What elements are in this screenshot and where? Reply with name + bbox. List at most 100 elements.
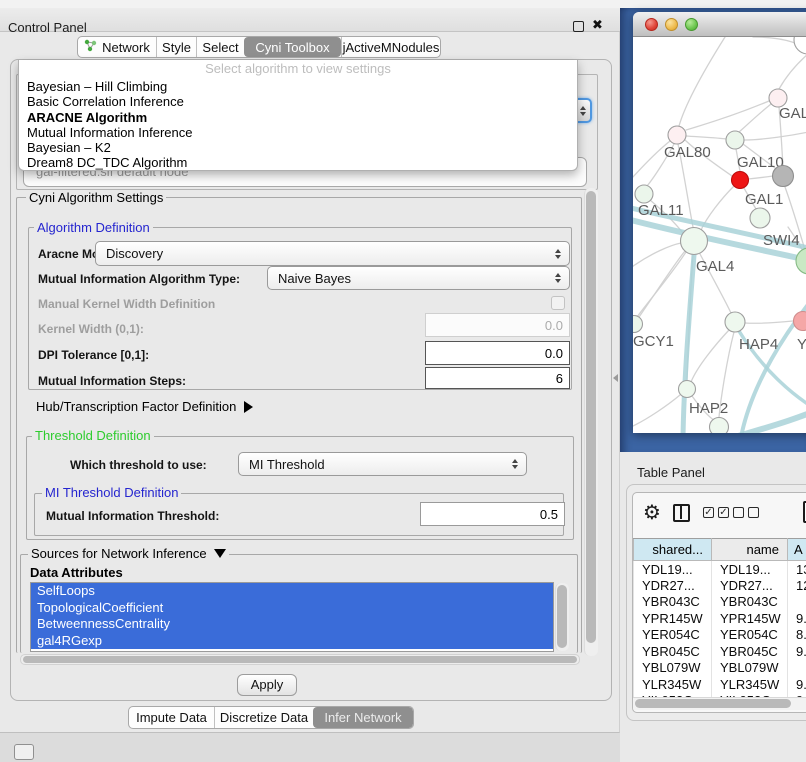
column-header-shared...[interactable]: shared... [634,539,712,561]
table-row[interactable]: YLR345WYLR345W9. [634,676,806,693]
node-gal80[interactable] [668,126,686,144]
node-y-partial[interactable] [794,312,806,331]
hub-tf-section[interactable]: Hub/Transcription Factor Definition [36,399,253,414]
network-edge[interactable] [745,321,793,323]
network-edge[interactable] [745,127,806,140]
network-window-titlebar[interactable] [633,12,806,37]
algorithm-dropdown-list: Select algorithm to view settings Bayesi… [18,60,578,171]
kernel-width-field[interactable] [425,313,570,337]
table-row[interactable]: YBR045CYBR045C9. [634,643,806,660]
mi-type-combo[interactable]: Naive Bayes [267,266,570,290]
settings-horizontal-scrollbar-thumb[interactable] [23,656,577,663]
which-threshold-combo[interactable]: MI Threshold [238,452,527,476]
node-partial-top[interactable] [794,37,806,54]
table-horizontal-scrollbar-thumb[interactable] [635,699,791,708]
attribute-item[interactable]: BetweennessCentrality [31,616,553,633]
attribute-item[interactable]: gal4RGexp [31,633,553,650]
collapse-arrow-icon [214,549,226,558]
table-row[interactable]: YDL19...YDL19...13. [634,561,806,578]
network-icon [84,39,97,55]
table-cell: 9. [788,676,806,693]
close-icon[interactable]: ✖ [592,17,603,33]
node-attribute-table[interactable]: shared...nameA YDL19...YDL19...13.YDR27.… [633,538,806,698]
node-gal11[interactable] [635,185,653,203]
table-row[interactable]: YBL079WYBL079W [634,660,806,677]
node-swi4[interactable] [750,208,770,228]
network-edge[interactable] [679,37,725,126]
panel-divider-arrow[interactable] [613,374,618,382]
tab-select[interactable]: Select [196,37,244,57]
aracne-mode-combo[interactable]: Discovery [95,241,570,266]
mi-steps-field[interactable] [425,367,570,389]
table-cell: 13. [788,561,806,578]
tab-label: jActiveMNodules [343,40,440,55]
attribute-item[interactable]: TopologicalCoefficient [31,600,553,617]
minimized-panel-icon[interactable] [14,744,34,760]
attribute-item[interactable]: SelfLoops [31,583,553,600]
table-row[interactable]: YDR27...YDR27...12. [634,577,806,594]
gear-icon[interactable]: ⚙ [643,500,661,525]
table-cell: YER054C [712,627,788,644]
minimize-traffic-light-icon[interactable] [665,18,678,31]
network-edge[interactable] [686,136,726,139]
zoom-traffic-light-icon[interactable] [685,18,698,31]
network-graph[interactable]: GAL7GAL80GAL10GAL1GAL11SWI4GAL4GCY1HAP4Y… [633,37,806,433]
network-edge[interactable] [739,104,771,132]
network-edge[interactable] [633,395,680,427]
dpi-tolerance-field[interactable] [425,341,570,365]
tab-discretize-data[interactable]: Discretize Data [214,707,313,728]
tab-jactivemnodules[interactable]: jActiveMNodules [341,37,440,57]
algorithm-option[interactable]: Mutual Information Inference [19,125,577,140]
close-traffic-light-icon[interactable] [645,18,658,31]
algorithm-option[interactable]: Dream8 DC_TDC Algorithm [19,155,577,170]
table-row[interactable]: YBR043CYBR043C [634,594,806,611]
network-edge[interactable] [637,251,685,320]
deselect-all-checkboxes-icon[interactable] [733,507,759,518]
node-gal4[interactable] [681,228,708,255]
column-header-name[interactable]: name [712,539,788,561]
network-view-window[interactable]: GAL7GAL80GAL10GAL1GAL11SWI4GAL4GCY1HAP4Y… [633,12,806,433]
tab-network[interactable]: Network [78,37,156,57]
table-cell: YBR043C [712,594,788,611]
node-gray[interactable] [773,166,794,187]
tab-cyni-toolbox[interactable]: Cyni Toolbox [244,37,341,57]
node-label: HAP4 [739,336,778,353]
node-gal10[interactable] [726,131,744,149]
network-edge[interactable] [691,330,729,382]
node-table-wrap: shared...nameA YDL19...YDL19...13.YDR27.… [633,538,806,698]
node-hap2[interactable] [679,381,696,398]
network-edge[interactable] [741,279,806,433]
node-label: GAL7 [779,105,806,122]
algorithm-option[interactable]: Bayesian – K2 [19,140,577,155]
node-gal1[interactable] [732,172,749,189]
attributes-scrollbar-thumb[interactable] [557,585,567,648]
algorithm-option[interactable]: ARACNE Algorithm [19,110,577,125]
table-cell: YPR145W [634,610,712,627]
manual-kernel-checkbox[interactable] [551,296,565,310]
float-window-icon[interactable] [573,21,584,32]
algorithm-option[interactable]: Basic Correlation Inference [19,94,577,109]
table-cell: YBL079W [634,660,712,677]
network-canvas[interactable]: GAL7GAL80GAL10GAL1GAL11SWI4GAL4GCY1HAP4Y… [633,37,806,433]
network-edge[interactable] [779,54,806,89]
table-toolbar: ⚙ ✓✓ [633,493,806,538]
node-gcy1[interactable] [633,316,643,333]
tab-style[interactable]: Style [156,37,196,57]
sources-section-header[interactable]: Sources for Network Inference [28,546,229,561]
aracne-mode-value: Discovery [106,246,555,261]
algorithm-option[interactable]: Bayesian – Hill Climbing [19,79,577,94]
table-row[interactable]: YER054CYER054C8. [634,627,806,644]
apply-button[interactable]: Apply [237,674,297,696]
settings-vertical-scrollbar-thumb[interactable] [586,191,596,643]
network-edge[interactable] [748,176,773,179]
tab-impute-data[interactable]: Impute Data [129,707,214,728]
table-row[interactable]: YPR145WYPR145W9. [634,610,806,627]
node-partial-bottom[interactable] [710,418,729,434]
columns-icon[interactable] [673,504,690,522]
mi-threshold-field[interactable] [420,502,565,526]
select-all-checkboxes-icon[interactable]: ✓✓ [703,507,729,518]
column-header-A[interactable]: A [788,539,806,561]
tab-infer-network[interactable]: Infer Network [313,707,413,728]
node-big-green[interactable] [796,248,806,274]
node-hap4[interactable] [725,312,745,332]
